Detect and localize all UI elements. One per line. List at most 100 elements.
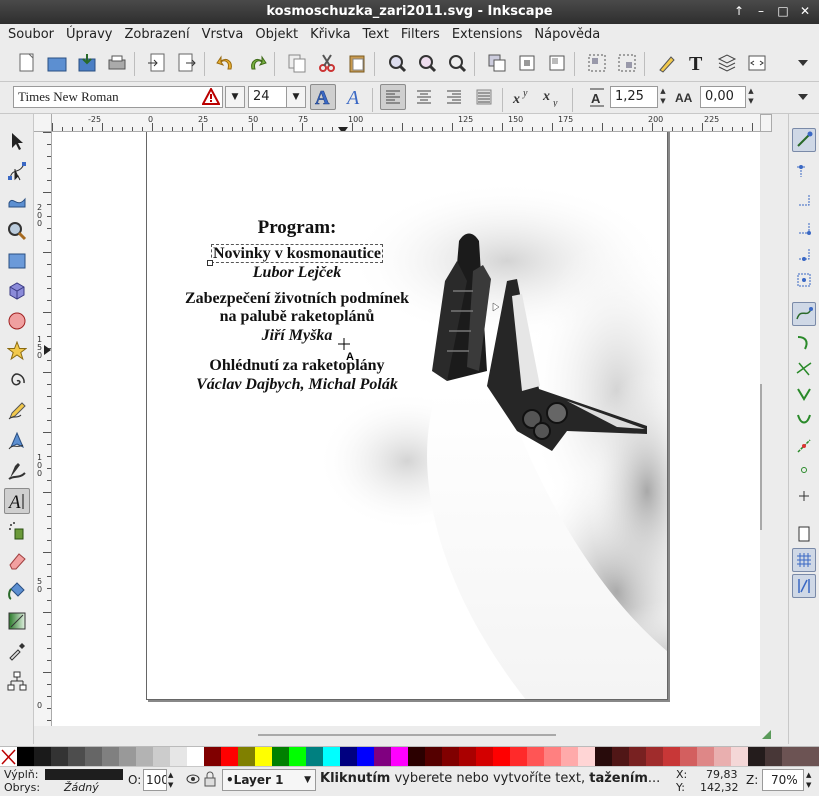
spiral-tool-icon[interactable] [4,368,30,394]
layer-dropdown[interactable]: •Layer 1 ▼ [222,769,316,791]
menu-text[interactable]: Text [357,24,395,46]
pencil-tool-icon[interactable] [4,398,30,424]
paint-bucket-tool-icon[interactable] [4,578,30,604]
ungroup-icon[interactable] [614,50,640,76]
align-right-button[interactable] [441,84,467,110]
subscript-button[interactable]: xy [540,84,566,110]
resize-grip-icon[interactable] [760,728,772,744]
palette-swatch[interactable] [68,747,85,767]
palette-swatch[interactable] [544,747,561,767]
palette-swatch[interactable] [595,747,612,767]
palette-swatch[interactable] [493,747,510,767]
stroke-value[interactable]: Žádný [64,781,99,794]
snap-grids-icon[interactable] [792,548,816,572]
dropper-tool-icon[interactable] [4,638,30,664]
palette-swatch[interactable] [782,747,819,767]
scrollbar-thumb[interactable] [258,734,556,736]
fill-stroke-icon[interactable] [654,50,680,76]
line-spacing-input[interactable]: 1,25 [610,86,658,108]
palette-swatch[interactable] [612,747,629,767]
font-size-dropdown[interactable]: ▼ [286,86,306,108]
palette-swatch[interactable] [204,747,221,767]
palette-swatch[interactable] [170,747,187,767]
palette-swatch[interactable] [697,747,714,767]
duplicate-icon[interactable] [484,50,510,76]
rectangle-tool-icon[interactable] [4,248,30,274]
close-button[interactable]: ✕ [797,3,813,20]
snap-bbox-edge-icon[interactable] [792,188,816,212]
talk-3-title[interactable]: Ohlédnutí za raketoplány [147,357,447,375]
program-heading[interactable]: Program: [147,217,447,239]
palette-swatch[interactable] [255,747,272,767]
palette-swatch[interactable] [119,747,136,767]
print-icon[interactable] [104,50,130,76]
snap-bbox-midpoint-icon[interactable] [792,242,816,266]
selected-text-line[interactable]: Novinky v kosmonautice [210,244,384,263]
enable-snapping-icon[interactable] [792,128,816,152]
letter-spacing-input[interactable]: 0,00 [700,86,746,108]
selector-tool-icon[interactable] [4,128,30,154]
palette-swatch[interactable] [561,747,578,767]
menu-filters[interactable]: Filters [395,24,446,46]
palette-swatch[interactable] [340,747,357,767]
palette-swatch[interactable] [51,747,68,767]
snap-rotation-centers-icon[interactable] [792,484,816,508]
lock-guides-toggle[interactable] [760,114,772,132]
palette-swatch[interactable] [272,747,289,767]
paste-icon[interactable] [344,50,370,76]
palette-swatch[interactable] [748,747,765,767]
font-size-input[interactable]: 24 [248,86,288,108]
talk-1-title[interactable]: Novinky v kosmonautice [147,244,447,263]
palette-swatch[interactable] [425,747,442,767]
zoom-page-icon[interactable] [444,50,470,76]
spray-tool-icon[interactable] [4,518,30,544]
palette-swatch[interactable] [578,747,595,767]
menu-vrstva[interactable]: Vrstva [196,24,250,46]
vertical-ruler[interactable]: 2 0 0 1 5 0 1 0 0 5 0 0 [34,132,52,726]
connector-tool-icon[interactable] [4,668,30,694]
palette-swatch[interactable] [391,747,408,767]
palette-swatch[interactable] [680,747,697,767]
menu-objekt[interactable]: Objekt [249,24,304,46]
menu-zobrazeni[interactable]: Zobrazení [118,24,195,46]
palette-swatch[interactable] [102,747,119,767]
talk-2-title-line2[interactable]: na palubě raketoplánů [147,308,447,326]
group-icon[interactable] [584,50,610,76]
layers-icon[interactable] [714,50,740,76]
no-paint-swatch[interactable] [0,747,17,767]
textbar-overflow-icon[interactable] [790,84,816,110]
ellipse-tool-icon[interactable] [4,308,30,334]
unlink-clone-icon[interactable] [544,50,570,76]
node-tool-icon[interactable] [4,158,30,184]
menu-extensions[interactable]: Extensions [446,24,529,46]
zoom-spinner[interactable]: ▲ ▼ [806,770,811,790]
snap-guides-icon[interactable] [792,574,816,598]
zoom-input[interactable]: 70% [762,769,804,791]
horizontal-ruler[interactable]: -25 0 25 50 75 100 125 150 175 200 225 [52,114,760,132]
palette-swatch[interactable] [136,747,153,767]
toolbar-overflow-icon[interactable] [790,50,816,76]
horizontal-scrollbar[interactable] [52,726,771,744]
superscript-button[interactable]: xy [510,84,536,110]
tweak-tool-icon[interactable] [4,188,30,214]
palette-swatch[interactable] [442,747,459,767]
menu-napoveda[interactable]: Nápověda [528,24,606,46]
palette-swatch[interactable] [187,747,204,767]
eraser-tool-icon[interactable] [4,548,30,574]
palette-swatch[interactable] [85,747,102,767]
palette-swatch[interactable] [527,747,544,767]
import-icon[interactable] [144,50,170,76]
palette-swatch[interactable] [731,747,748,767]
palette-swatch[interactable] [374,747,391,767]
vertical-scrollbar[interactable] [760,114,788,726]
save-icon[interactable] [74,50,100,76]
snap-paths-icon[interactable] [792,330,816,354]
opacity-spinner[interactable]: ▲ ▼ [168,770,173,790]
palette-swatch[interactable] [476,747,493,767]
drawing-canvas[interactable]: Program: Novinky v kosmonautice Lubor Le… [52,132,760,726]
align-center-button[interactable] [411,84,437,110]
zoom-tool-icon[interactable] [4,218,30,244]
redo-icon[interactable] [244,50,270,76]
star-tool-icon[interactable] [4,338,30,364]
menu-soubor[interactable]: Soubor [2,24,60,46]
